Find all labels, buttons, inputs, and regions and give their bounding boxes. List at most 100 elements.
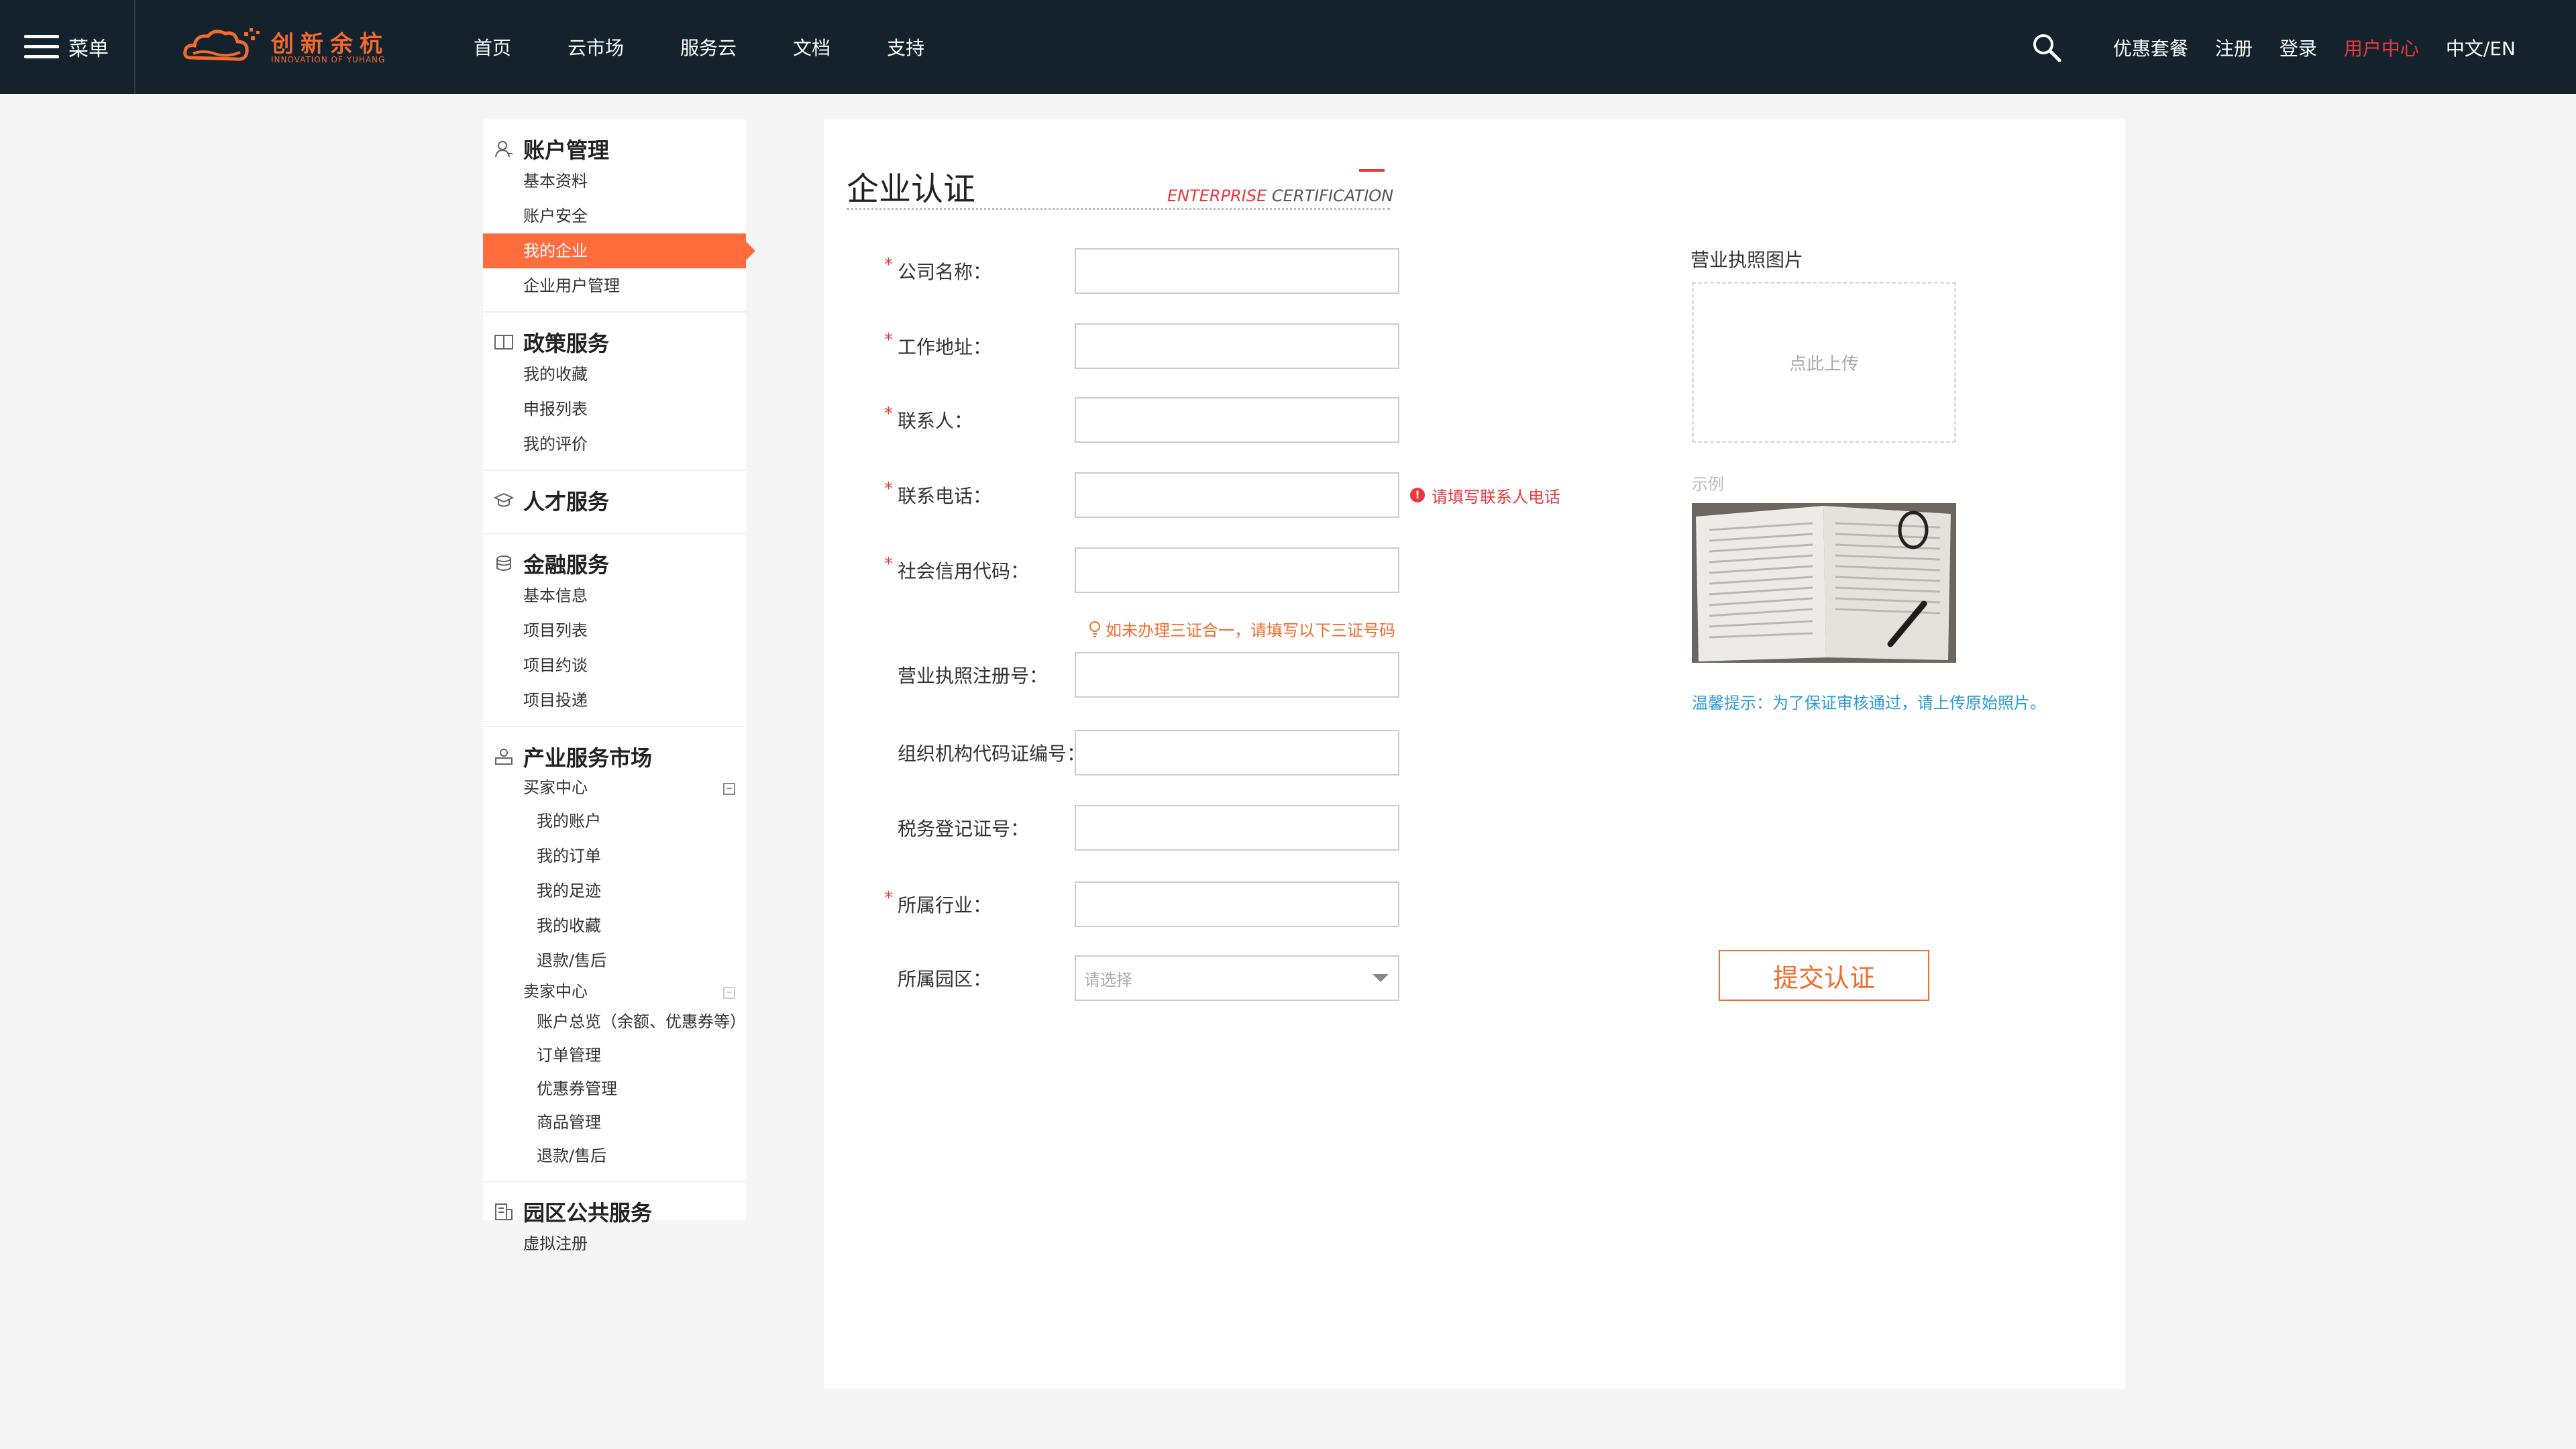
- industry-input[interactable]: [1075, 881, 1399, 927]
- nav-cloud-market[interactable]: 云市场: [568, 34, 624, 60]
- title-divider: [847, 208, 1390, 210]
- sidebar-item-my-collection[interactable]: 我的收藏: [483, 908, 746, 943]
- three-cert-hint: 如未办理三证合一，请填写以下三证号码: [1088, 617, 1395, 641]
- example-image: [1692, 503, 1956, 663]
- field-label: 组织机构代码证编号：: [898, 743, 1086, 765]
- sidebar-item-reviews[interactable]: 我的评价: [483, 427, 746, 462]
- field-label: * 联系电话：: [884, 479, 1075, 508]
- field-label: * 联系人：: [884, 404, 1075, 433]
- sidebar-group-park-services: 园区公共服务 虚拟注册: [483, 1182, 746, 1269]
- menu-button[interactable]: 菜单: [24, 30, 109, 64]
- form-row-company-name: * 公司名称：: [884, 248, 1399, 294]
- sidebar-item-finance-basic[interactable]: 基本信息: [483, 578, 746, 613]
- link-language[interactable]: 中文/EN: [2446, 34, 2516, 61]
- upload-text: 点此上传: [1788, 354, 1859, 374]
- sidebar-item-my-footprints[interactable]: 我的足迹: [483, 873, 746, 908]
- collapse-icon[interactable]: −: [723, 987, 735, 999]
- form-row-work-address: * 工作地址：: [884, 323, 1399, 369]
- required-mark: *: [884, 554, 893, 574]
- sidebar-heading[interactable]: 账户管理: [483, 119, 746, 164]
- org-code-input[interactable]: [1075, 730, 1399, 775]
- required-mark: *: [884, 255, 893, 275]
- sidebar-item-project-submit[interactable]: 项目投递: [483, 683, 746, 718]
- user-icon: [495, 141, 513, 158]
- chevron-down-icon: [1373, 974, 1389, 982]
- tax-number-input[interactable]: [1075, 805, 1399, 851]
- top-bar: 菜单 创新余杭 INNOVATION OF YUHANG 首页 云市场 服务云 …: [0, 0, 2576, 94]
- form-row-tax-number: 税务登记证号：: [884, 805, 1399, 851]
- field-label: 税务登记证号：: [898, 818, 1030, 840]
- sidebar-item-product-management[interactable]: 商品管理: [483, 1106, 746, 1139]
- sidebar-item-buyer-center[interactable]: 买家中心 −: [483, 771, 746, 804]
- sidebar-item-applications[interactable]: 申报列表: [483, 392, 746, 427]
- required-mark: *: [884, 888, 893, 908]
- cloud-logo-icon: [183, 28, 260, 61]
- credit-code-input[interactable]: [1075, 547, 1399, 593]
- sidebar-heading[interactable]: 金融服务: [483, 534, 746, 578]
- search-icon[interactable]: [2031, 32, 2062, 63]
- coins-icon: [496, 555, 511, 571]
- phone-error-text: 请填写联系人电话: [1432, 487, 1560, 506]
- field-label-text: 联系人：: [898, 410, 973, 432]
- sidebar-item-seller-refund[interactable]: 退款/售后: [483, 1139, 746, 1173]
- sidebar-heading-label: 账户管理: [523, 138, 610, 163]
- sidebar-item-basic-info[interactable]: 基本资料: [483, 164, 746, 199]
- collapse-icon[interactable]: −: [723, 783, 735, 795]
- sidebar-item-enterprise-users[interactable]: 企业用户管理: [483, 268, 746, 303]
- error-icon: !: [1410, 488, 1425, 502]
- sidebar-item-project-list[interactable]: 项目列表: [483, 613, 746, 648]
- nav-support[interactable]: 支持: [887, 34, 924, 60]
- sidebar-item-my-account[interactable]: 我的账户: [483, 804, 746, 839]
- sidebar-heading[interactable]: 园区公共服务: [483, 1182, 746, 1226]
- sidebar-heading[interactable]: 政策服务: [483, 313, 746, 357]
- link-packages[interactable]: 优惠套餐: [2113, 34, 2188, 61]
- park-select[interactable]: 请选择: [1075, 955, 1399, 1001]
- sidebar-heading-label: 金融服务: [523, 552, 610, 578]
- sidebar-item-order-management[interactable]: 订单管理: [483, 1038, 746, 1072]
- sidebar-item-project-meeting[interactable]: 项目约谈: [483, 648, 746, 683]
- field-label: 所属园区：: [898, 968, 992, 990]
- phone-input[interactable]: [1075, 472, 1399, 518]
- field-label: * 社会信用代码：: [884, 554, 1075, 584]
- form-row-license-number: 营业执照注册号：: [884, 652, 1399, 698]
- sidebar-heading-label: 人才服务: [523, 489, 610, 515]
- sidebar-heading[interactable]: 人才服务: [483, 471, 746, 525]
- sidebar-item-my-orders[interactable]: 我的订单: [483, 839, 746, 873]
- link-login[interactable]: 登录: [2279, 34, 2317, 61]
- menu-label: 菜单: [68, 38, 109, 61]
- sidebar-group-policy: 政策服务 我的收藏 申报列表 我的评价: [483, 313, 746, 471]
- form-row-contact: * 联系人：: [884, 397, 1399, 443]
- field-label: * 公司名称：: [884, 255, 1075, 284]
- shop-icon: [495, 749, 513, 765]
- phone-error: ! 请填写联系人电话: [1410, 484, 1560, 507]
- nav-service-cloud[interactable]: 服务云: [680, 34, 737, 60]
- main-panel: 企业认证 ENTERPRISE CERTIFICATION * 公司名称： * 工作…: [824, 119, 2125, 1389]
- company-name-input[interactable]: [1075, 248, 1399, 294]
- sidebar-item-virtual-registration[interactable]: 虚拟注册: [483, 1226, 746, 1261]
- sidebar-group-talent: 人才服务: [483, 471, 746, 534]
- submit-certification-button[interactable]: 提交认证: [1719, 950, 1929, 1001]
- contact-input[interactable]: [1075, 397, 1399, 443]
- sidebar-heading-label: 园区公共服务: [523, 1200, 653, 1226]
- nav-home[interactable]: 首页: [474, 34, 511, 60]
- work-address-input[interactable]: [1075, 323, 1399, 369]
- sidebar-item-my-enterprise[interactable]: 我的企业: [483, 233, 755, 268]
- sidebar-item-account-overview[interactable]: 账户总览（余额、优惠券等）: [483, 1005, 746, 1038]
- sidebar-item-refund[interactable]: 退款/售后: [483, 943, 746, 978]
- link-user-center[interactable]: 用户中心: [2344, 34, 2419, 61]
- sidebar-item-favorites[interactable]: 我的收藏: [483, 357, 746, 392]
- divider: [134, 0, 136, 94]
- main-nav: 首页 云市场 服务云 文档 支持: [474, 34, 981, 60]
- required-mark: *: [884, 404, 893, 424]
- sidebar-item-account-security[interactable]: 账户安全: [483, 199, 746, 233]
- license-upload-box[interactable]: 点此上传: [1692, 282, 1956, 443]
- sidebar-heading[interactable]: 产业服务市场: [483, 727, 746, 771]
- nav-docs[interactable]: 文档: [793, 34, 830, 60]
- license-number-input[interactable]: [1075, 652, 1399, 698]
- link-register[interactable]: 注册: [2215, 34, 2253, 61]
- logo[interactable]: 创新余杭 INNOVATION OF YUHANG: [182, 23, 397, 71]
- sidebar-item-coupon-management[interactable]: 优惠券管理: [483, 1072, 746, 1106]
- field-label: 营业执照注册号：: [898, 665, 1049, 687]
- sidebar-item-seller-center[interactable]: 卖家中心 −: [483, 978, 746, 1005]
- example-label: 示例: [1692, 475, 1724, 494]
